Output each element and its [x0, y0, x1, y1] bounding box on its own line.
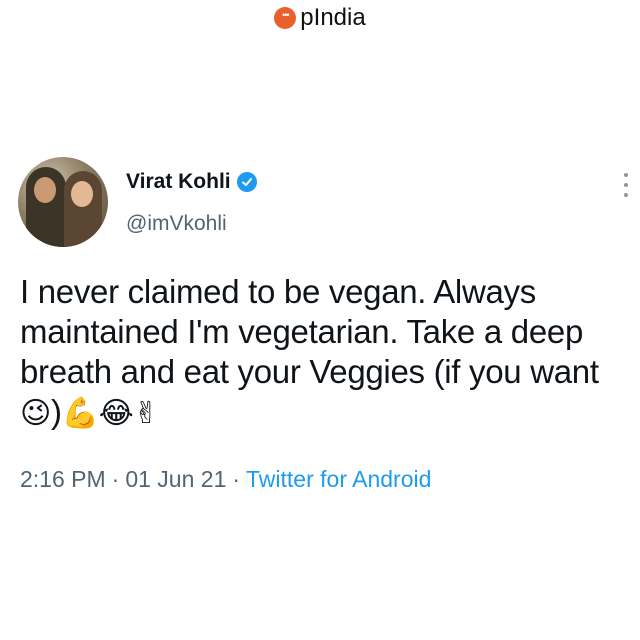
- separator: ·: [232, 466, 241, 492]
- tweet-date[interactable]: 01 Jun 21: [125, 466, 226, 493]
- tweet-meta: 2:16 PM · 01 Jun 21 · Twitter for Androi…: [20, 466, 431, 493]
- author-handle[interactable]: @imVkohli: [126, 212, 227, 236]
- tweet-text: I never claimed to be vegan. Always main…: [20, 272, 620, 434]
- opindia-logo-icon: [274, 7, 297, 29]
- tweet-body: I never claimed to be vegan. Always main…: [20, 273, 599, 390]
- emoji-group: 💪😂✌: [61, 396, 159, 431]
- watermark: pIndia: [0, 4, 640, 32]
- author-name-row[interactable]: Virat Kohli: [126, 170, 257, 194]
- tweet-close-paren: ): [50, 393, 62, 430]
- separator: ·: [111, 466, 120, 492]
- verified-badge-icon: [236, 172, 257, 192]
- tweet-source-link[interactable]: Twitter for Android: [246, 466, 431, 493]
- more-options-icon[interactable]: [620, 173, 632, 197]
- tweet-time[interactable]: 2:16 PM: [20, 466, 106, 493]
- wink-emoji: 😉: [20, 396, 51, 431]
- avatar[interactable]: [18, 157, 108, 247]
- author-name[interactable]: Virat Kohli: [126, 170, 231, 194]
- watermark-text: pIndia: [300, 4, 366, 31]
